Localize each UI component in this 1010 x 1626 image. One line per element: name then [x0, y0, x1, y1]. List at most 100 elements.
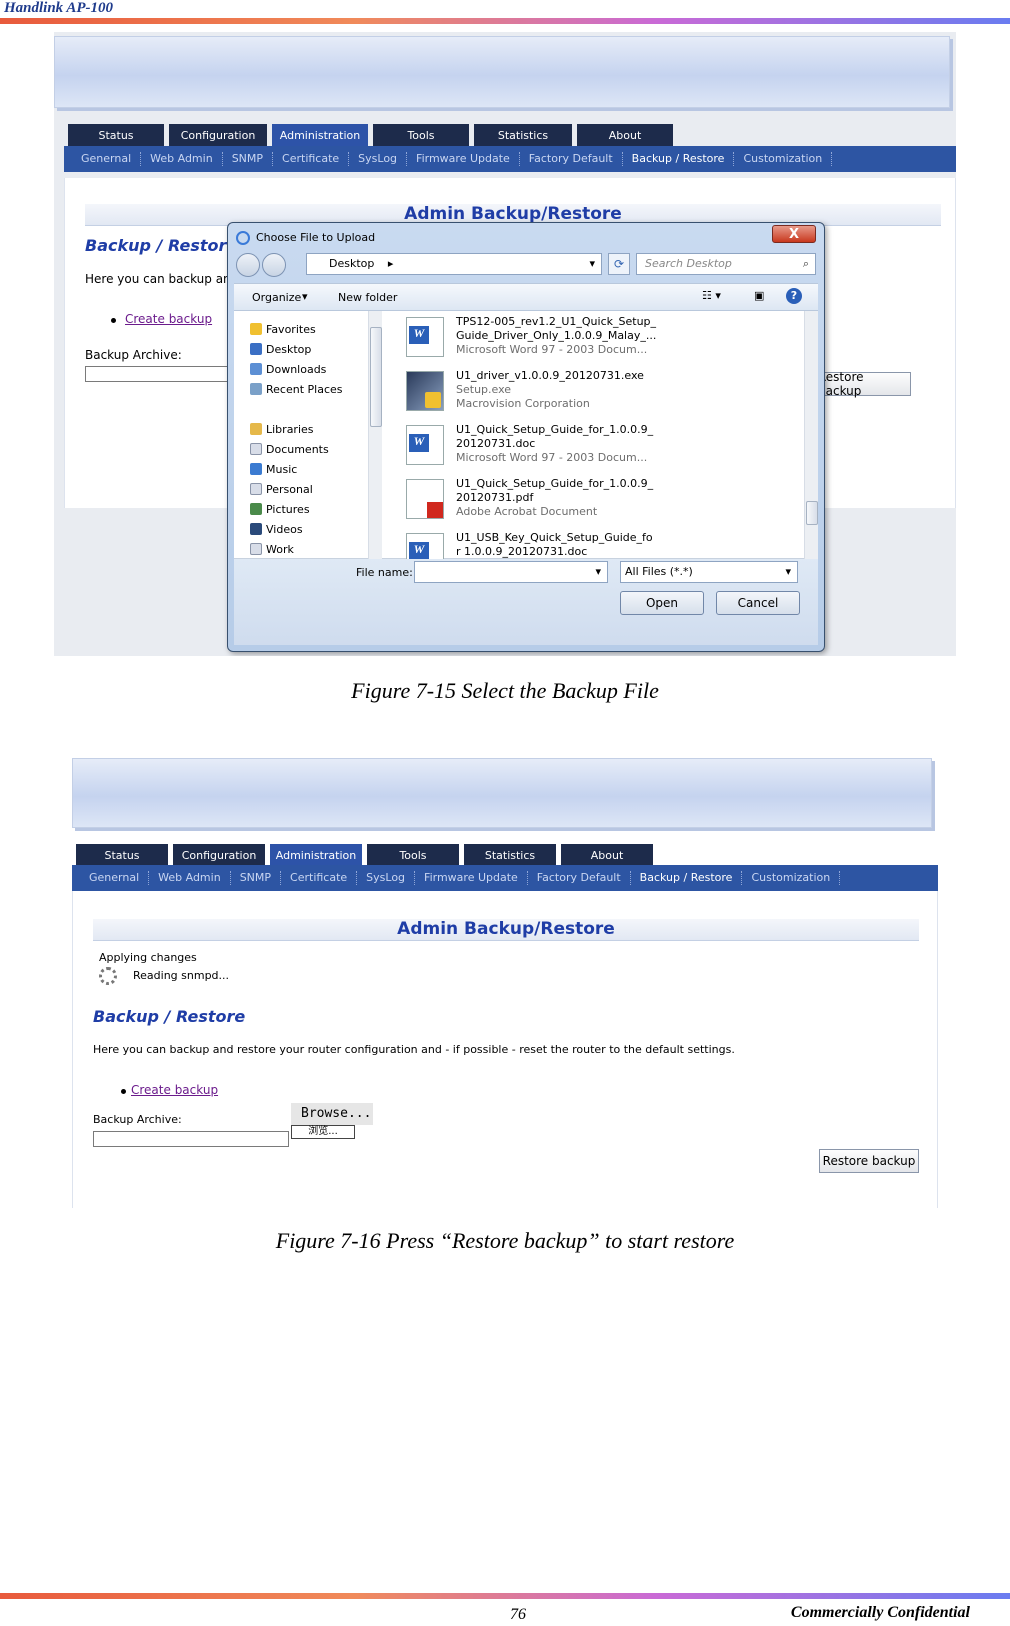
tab-statistics[interactable]: Statistics: [464, 844, 556, 866]
restore-backup-button[interactable]: Restore backup: [817, 370, 911, 398]
restore-backup-button[interactable]: Restore backup: [819, 1149, 919, 1173]
new-folder-button[interactable]: New folder: [338, 291, 397, 304]
nav-recent-places[interactable]: Recent Places: [266, 383, 343, 396]
tab-statistics[interactable]: Statistics: [474, 124, 572, 146]
navigation-pane: Favorites Desktop Downloads Recent Place…: [234, 311, 384, 559]
file-type: Microsoft Word 97 - 2003 Docum...: [456, 343, 648, 356]
subnav-customization[interactable]: Customization: [734, 152, 833, 166]
reading-status: Reading snmpd...: [133, 969, 230, 982]
file-item[interactable]: W U1_Quick_Setup_Guide_for_1.0.0.9_ 2012…: [402, 421, 792, 473]
dialog-panes: Favorites Desktop Downloads Recent Place…: [234, 311, 818, 573]
file-name-cont: 20120731.doc: [456, 437, 536, 450]
nav-pictures[interactable]: Pictures: [266, 503, 310, 516]
filename-input[interactable]: ▾: [414, 561, 608, 583]
organize-button[interactable]: Organize: [252, 291, 301, 304]
tab-administration[interactable]: Administration: [272, 124, 368, 146]
tab-status[interactable]: Status: [76, 844, 168, 866]
subnav-backup-restore[interactable]: Backup / Restore: [623, 152, 735, 166]
subnav-syslog[interactable]: SysLog: [357, 871, 416, 885]
address-text: Desktop: [329, 257, 375, 270]
file-name: U1_Quick_Setup_Guide_for_1.0.0.9_: [456, 423, 654, 436]
subnav-customization[interactable]: Customization: [742, 871, 841, 885]
address-bar[interactable]: Desktop ▸ ▾: [306, 253, 602, 275]
recent-places-icon: [250, 383, 262, 395]
figure-16-caption: Figure 7-16 Press “Restore backup” to st…: [275, 1228, 735, 1253]
tab-status[interactable]: Status: [68, 124, 164, 146]
subnav-snmp[interactable]: SNMP: [231, 871, 282, 885]
cancel-button[interactable]: Cancel: [716, 591, 800, 615]
file-type-value: All Files (*.*): [625, 565, 693, 578]
help-icon[interactable]: ?: [786, 288, 802, 304]
file-item[interactable]: U1_Quick_Setup_Guide_for_1.0.0.9_ 201207…: [402, 475, 792, 527]
nav-videos[interactable]: Videos: [266, 523, 303, 536]
tab-about[interactable]: About: [561, 844, 653, 866]
tab-tools[interactable]: Tools: [373, 124, 469, 146]
file-name: U1_Quick_Setup_Guide_for_1.0.0.9_: [456, 477, 654, 490]
nav-work[interactable]: Work: [266, 543, 294, 556]
file-scrollbar[interactable]: [804, 311, 818, 559]
archive-input[interactable]: [93, 1131, 289, 1147]
chevron-down-icon[interactable]: ▾: [589, 254, 595, 274]
tab-configuration[interactable]: Configuration: [169, 124, 267, 146]
tab-configuration[interactable]: Configuration: [173, 844, 265, 866]
nav-downloads[interactable]: Downloads: [266, 363, 326, 376]
setup-exe-icon: [406, 371, 444, 411]
refresh-icon[interactable]: ⟳: [608, 253, 630, 275]
subnav-firmware-update[interactable]: Firmware Update: [407, 152, 520, 166]
archive-label: Backup Archive:: [85, 348, 182, 362]
file-item[interactable]: U1_driver_v1.0.0.9_20120731.exe Setup.ex…: [402, 367, 792, 419]
subnav-syslog[interactable]: SysLog: [349, 152, 408, 166]
description: Here you can backup an: [85, 272, 231, 286]
back-button[interactable]: [236, 253, 260, 277]
nav-personal[interactable]: Personal: [266, 483, 313, 496]
file-dialog: Choose File to Upload X Desktop ▸ ▾ ⟳ Se…: [227, 222, 825, 652]
file-scroll-thumb[interactable]: [806, 501, 818, 525]
open-button[interactable]: Open: [620, 591, 704, 615]
file-name-cont: Guide_Driver_Only_1.0.0.9_Malay_...: [456, 329, 657, 342]
file-name: U1_driver_v1.0.0.9_20120731.exe: [456, 369, 644, 382]
file-type: Macrovision Corporation: [456, 397, 590, 410]
nav-desktop[interactable]: Desktop: [266, 343, 311, 356]
documents-icon: [250, 443, 262, 455]
subnav-web-admin[interactable]: Web Admin: [149, 871, 231, 885]
nav-libraries[interactable]: Libraries: [266, 423, 314, 436]
view-options-icon[interactable]: ☷ ▾: [702, 289, 721, 302]
tab-administration[interactable]: Administration: [270, 844, 362, 866]
archive-input[interactable]: [85, 366, 235, 382]
filename-label: File name:: [356, 566, 413, 579]
main-tabs: Status Configuration Administration Tool…: [76, 844, 658, 866]
nav-documents[interactable]: Documents: [266, 443, 329, 456]
preview-pane-icon[interactable]: ▣: [754, 289, 764, 302]
file-item[interactable]: W TPS12-005_rev1.2_U1_Quick_Setup_ Guide…: [402, 313, 792, 365]
subnav-factory-default[interactable]: Factory Default: [520, 152, 623, 166]
subnav-certificate[interactable]: Certificate: [273, 152, 350, 166]
subnav-web-admin[interactable]: Web Admin: [141, 152, 223, 166]
browse-button[interactable]: Browse...: [291, 1103, 373, 1125]
subnav-certificate[interactable]: Certificate: [281, 871, 358, 885]
doc-header-title: Handlink AP-100: [4, 0, 114, 16]
nav-scrollbar[interactable]: [368, 311, 382, 559]
tab-tools[interactable]: Tools: [367, 844, 459, 866]
chevron-down-icon[interactable]: ▾: [595, 562, 601, 582]
file-type-select[interactable]: All Files (*.*) ▾: [620, 561, 798, 583]
subnav-general[interactable]: Genernal: [80, 871, 150, 885]
figure-15-caption: Figure 7-15 Select the Backup File: [351, 678, 659, 703]
nav-music[interactable]: Music: [266, 463, 297, 476]
dialog-close-button[interactable]: X: [772, 225, 816, 243]
file-name-cont: 20120731.pdf: [456, 491, 534, 504]
subnav-backup-restore[interactable]: Backup / Restore: [631, 871, 743, 885]
create-backup-link[interactable]: Create backup: [125, 312, 212, 326]
nav-favorites[interactable]: Favorites: [266, 323, 316, 336]
subnav-snmp[interactable]: SNMP: [223, 152, 274, 166]
subnav-firmware-update[interactable]: Firmware Update: [415, 871, 528, 885]
search-input[interactable]: Search Desktop ⌕: [636, 253, 816, 275]
browse-button-cn[interactable]: 浏览...: [291, 1125, 355, 1139]
tab-about[interactable]: About: [577, 124, 673, 146]
subnav-factory-default[interactable]: Factory Default: [528, 871, 631, 885]
nav-scroll-thumb[interactable]: [370, 327, 382, 427]
create-backup-link[interactable]: Create backup: [131, 1083, 218, 1097]
forward-button[interactable]: [262, 253, 286, 277]
subnav-general[interactable]: Genernal: [72, 152, 142, 166]
archive-label: Backup Archive:: [93, 1113, 182, 1126]
bullet: [121, 1089, 126, 1094]
